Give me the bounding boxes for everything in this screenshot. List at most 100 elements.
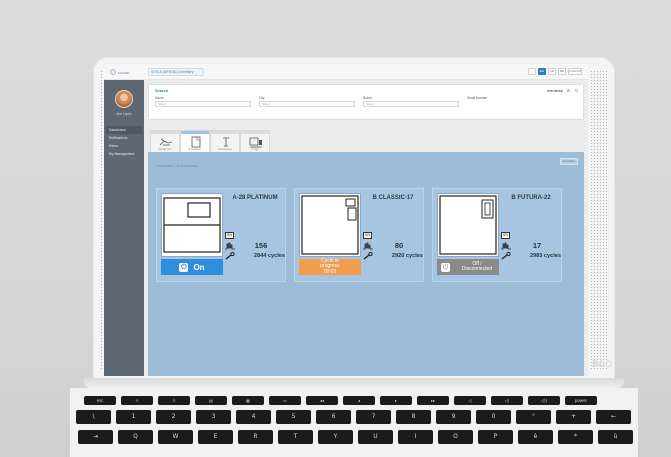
keyboard-key[interactable]: 0 [476, 410, 511, 424]
language-en-button[interactable]: EN [538, 68, 546, 75]
keyboard-key[interactable]: ← [596, 410, 631, 424]
keyboard-key[interactable]: ▸ [380, 396, 412, 405]
keyboard-key[interactable]: ▭ [269, 396, 301, 405]
autoclave-filter-button[interactable]: Autoclave [560, 158, 578, 165]
keyboard-key[interactable]: + [556, 410, 591, 424]
device-name: B CLASSIC-17 [372, 195, 414, 201]
keyboard-key[interactable]: T [278, 430, 313, 444]
name-input[interactable]: Select [155, 101, 251, 107]
sidebar-item-notifications[interactable]: Notifications [106, 134, 142, 142]
pressure-wave-icon [225, 242, 235, 250]
keyboard-key[interactable]: 5 [276, 410, 311, 424]
avatar[interactable] [115, 90, 133, 108]
keyboard-key[interactable]: P [478, 430, 513, 444]
tab-label: Dental Unit [158, 148, 172, 151]
device-tabs: Dental Unit Autoclaves Handpieces X-Ray [150, 130, 270, 152]
status-off-button[interactable]: ⏻ Off / Disconnected [437, 259, 499, 275]
keyboard-key[interactable]: è [518, 430, 553, 444]
device-cycles: 2920 cycles [391, 253, 423, 259]
refresh-icon[interactable]: ↻ [574, 88, 579, 93]
function-key-row: esc ☼ ☼ ▤ ▦ ▭ ◂◂ ◂ ▸ ▸▸ ◁ ◁) ◁)) power [84, 396, 597, 405]
top-bar: scican SITE A (DENTAL) Dentistry EN FR D… [104, 64, 588, 80]
keyboard-key[interactable]: ◁)) [528, 396, 560, 405]
keyboard-key[interactable]: \ [76, 410, 111, 424]
top-action-button[interactable] [528, 68, 536, 75]
breadcrumb: Dashboard > All Autoclaves [156, 164, 198, 168]
document-icon [191, 136, 201, 148]
keyboard-key[interactable]: ◂ [343, 396, 375, 405]
keyboard-key[interactable]: ▸▸ [417, 396, 449, 405]
handpiece-icon [223, 137, 229, 147]
brand-input[interactable]: Select [363, 101, 459, 107]
power-icon: ⏻ [441, 262, 450, 272]
keyboard-key[interactable]: ☼ [121, 396, 153, 405]
keyboard-key[interactable]: Q [118, 430, 153, 444]
logout-button[interactable]: LOGOUT [568, 68, 582, 75]
brand-logo[interactable]: scican [110, 66, 144, 78]
keyboard-key[interactable]: 6 [316, 410, 351, 424]
keyboard-key[interactable]: 1 [116, 410, 151, 424]
keyboard-key[interactable]: ◂◂ [306, 396, 338, 405]
keyboard-key[interactable]: ▦ [232, 396, 264, 405]
status-progress-indicator[interactable]: Cycle in progress 00:03 [299, 258, 361, 275]
keyboard-key[interactable]: power [565, 396, 597, 405]
laptop-hinge [84, 378, 624, 388]
autoclave-futura-icon [437, 193, 499, 257]
wrench-icon [225, 252, 235, 260]
keyboard-key[interactable]: ▤ [195, 396, 227, 405]
keyboard-key[interactable]: esc [84, 396, 116, 405]
device-card[interactable]: A-28 PLATINUM SN 156 2844 cycles ⏻ On [156, 188, 286, 282]
keyboard-key[interactable]: ⇥ [78, 430, 113, 444]
device-card[interactable]: B CLASSIC-17 SN 80 2920 cycles Cycle in … [294, 188, 424, 282]
device-metric-value: 80 [394, 241, 404, 250]
keyboard-key[interactable]: 7 [356, 410, 391, 424]
tab-dental-unit[interactable]: Dental Unit [150, 130, 180, 152]
tab-xray[interactable]: X-Ray [240, 130, 270, 152]
keyboard-key[interactable]: W [158, 430, 193, 444]
device-card[interactable]: B FUTURA-22 SN 17 2983 cycles ⏻ Off / Di… [432, 188, 562, 282]
autoclave-platinum-icon [161, 193, 223, 257]
tab-label: X-Ray [251, 148, 259, 151]
keyboard-key[interactable]: * [558, 430, 593, 444]
keyboard-key[interactable]: E [198, 430, 233, 444]
device-area: Autoclave Dashboard > All Autoclaves A-2… [148, 152, 584, 376]
serial-number-badge[interactable]: SN [501, 232, 510, 239]
serial-number-badge[interactable]: SN [225, 232, 234, 239]
keyboard-key[interactable]: ◁) [491, 396, 523, 405]
view-select[interactable]: Interdental [547, 89, 563, 93]
brand-text: scican [118, 69, 130, 75]
keyboard-key[interactable]: O [438, 430, 473, 444]
keyboard-key[interactable]: 8 [396, 410, 431, 424]
keyboard-key[interactable]: R [238, 430, 273, 444]
keyboard-key[interactable]: ° [516, 410, 551, 424]
settings-icon[interactable]: ⚙ [566, 88, 571, 93]
tab-handpieces[interactable]: Handpieces [210, 130, 240, 152]
brand-icon [110, 69, 116, 75]
site-title[interactable]: SITE A (DENTAL) Dentistry [148, 68, 204, 76]
keyboard-key[interactable]: U [358, 430, 393, 444]
keyboard-key[interactable]: 2 [156, 410, 191, 424]
keyboard-key[interactable]: ☼ [158, 396, 190, 405]
dental-chair-icon [159, 138, 173, 146]
tab-cap [151, 131, 179, 134]
keyboard-key[interactable]: 3 [196, 410, 231, 424]
sidebar-item-management[interactable]: My Management [106, 150, 142, 158]
serial-field-label: Serial Number [467, 96, 488, 100]
language-fr-button[interactable]: FR [548, 68, 556, 75]
city-input[interactable]: Select [259, 101, 355, 107]
letter-key-row: ⇥ Q W E R T Y U I O Pè * ù [78, 430, 633, 444]
tab-cap [211, 131, 239, 134]
serial-number-badge[interactable]: SN [363, 232, 372, 239]
keyboard-key[interactable]: Y [318, 430, 353, 444]
keyboard-key[interactable]: 9 [436, 410, 471, 424]
status-on-button[interactable]: ⏻ On [161, 259, 223, 275]
keyboard-key[interactable]: 4 [236, 410, 271, 424]
keyboard-key[interactable]: ù [598, 430, 633, 444]
sidebar-item-users[interactable]: Users [106, 142, 142, 150]
keyboard-key[interactable]: ◁ [454, 396, 486, 405]
tab-autoclaves[interactable]: Autoclaves [180, 130, 210, 152]
sidebar-item-dashboard[interactable]: Dashboard [106, 126, 142, 134]
keyboard-key[interactable]: I [398, 430, 433, 444]
language-de-button[interactable]: DE [558, 68, 566, 75]
status-timer: 00:03 [323, 268, 337, 275]
